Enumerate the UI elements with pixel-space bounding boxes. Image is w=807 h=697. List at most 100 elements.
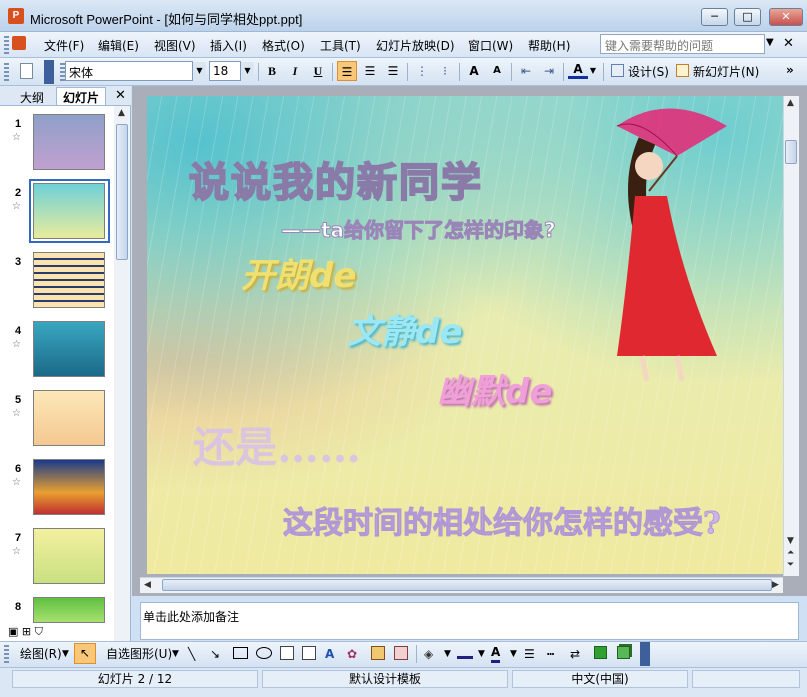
line-color-icon[interactable] — [457, 647, 473, 659]
word-humorous[interactable]: 幽默de — [437, 364, 552, 413]
scroll-right-icon[interactable]: ▶ — [772, 580, 779, 590]
slide-thumbnail-8[interactable] — [33, 597, 105, 623]
next-slide-icon[interactable]: ⏷ — [787, 560, 794, 570]
menu-format[interactable]: 格式(O) — [260, 37, 307, 54]
slide-thumbnail-7[interactable] — [33, 528, 105, 584]
tab-slides[interactable]: 幻灯片 — [56, 87, 107, 105]
tab-outline[interactable]: 大纲 — [14, 88, 50, 106]
toolbar-overflow-icon[interactable]: » — [786, 63, 794, 77]
new-slide-icon[interactable] — [676, 64, 689, 77]
close-document-button[interactable]: ✕ — [783, 36, 794, 51]
wordart-icon[interactable]: A — [325, 645, 334, 663]
menu-tools[interactable]: 工具(T) — [318, 37, 363, 54]
text-color-dropdown-icon[interactable]: ▼ — [510, 645, 517, 663]
oval-icon[interactable] — [256, 647, 272, 659]
design-icon[interactable] — [611, 64, 624, 77]
slideshow-icon[interactable]: ⛉ — [35, 625, 43, 638]
menu-edit[interactable]: 编辑(E) — [96, 37, 141, 54]
clipart-icon[interactable] — [371, 646, 385, 660]
slide-thumbnail-6[interactable] — [33, 459, 105, 515]
toolbar-options-icon[interactable] — [44, 60, 54, 84]
slide-question[interactable]: 这段时间的相处给你怎样的感受? — [283, 498, 722, 542]
menu-file[interactable]: 文件(F) — [42, 37, 86, 54]
increase-font-icon[interactable]: A — [464, 61, 484, 81]
line-style-icon[interactable]: ☰ — [524, 645, 535, 663]
line-color-dropdown-icon[interactable]: ▼ — [478, 645, 485, 663]
slide-sorter-icon[interactable]: ⊞ — [22, 625, 31, 638]
numbering-icon[interactable]: ⋮ — [412, 61, 432, 81]
document-icon[interactable] — [12, 36, 26, 50]
autoshapes-button[interactable]: 自选图形(U) — [106, 645, 172, 663]
pane-scroll-thumb[interactable] — [116, 124, 128, 260]
line-icon[interactable]: ╲ — [188, 645, 195, 663]
italic-button[interactable]: I — [285, 61, 305, 81]
menu-insert[interactable]: 插入(I) — [208, 37, 249, 54]
scroll-down-icon[interactable]: ▼ — [787, 536, 794, 546]
insert-picture-icon[interactable] — [394, 646, 408, 660]
autoshapes-dropdown-icon[interactable]: ▼ — [172, 645, 179, 663]
main-hscroll-thumb[interactable] — [162, 579, 772, 591]
scroll-up-icon[interactable]: ▲ — [118, 108, 125, 118]
font-color-dropdown-icon[interactable]: ▼ — [588, 61, 598, 81]
font-color-icon[interactable]: A — [568, 61, 588, 79]
new-slide-button[interactable]: 新幻灯片(N) — [693, 63, 759, 80]
help-dropdown-icon[interactable]: ▼ — [766, 37, 774, 48]
powerpoint-app-icon[interactable]: P — [8, 8, 24, 24]
main-vertical-scrollbar[interactable] — [783, 96, 799, 576]
girl-with-umbrella-picture[interactable] — [587, 96, 783, 426]
fill-color-icon[interactable]: ◈ — [424, 645, 433, 663]
fill-dropdown-icon[interactable]: ▼ — [444, 645, 451, 663]
new-document-icon[interactable] — [20, 63, 33, 79]
notes-placeholder[interactable]: 单击此处添加备注 — [143, 608, 239, 625]
size-dropdown-icon[interactable]: ▼ — [240, 62, 254, 80]
close-pane-button[interactable]: ✕ — [115, 88, 126, 103]
draw-dropdown-icon[interactable]: ▼ — [62, 645, 69, 663]
word-or[interactable]: 还是…… — [193, 414, 361, 475]
align-center-icon[interactable]: ☰ — [360, 61, 380, 81]
font-size-select[interactable]: 18 — [209, 61, 241, 81]
decrease-font-icon[interactable]: A — [487, 61, 507, 81]
slide-thumbnail-4[interactable] — [33, 321, 105, 377]
drawbar-options-icon[interactable] — [640, 642, 650, 666]
text-color-icon[interactable]: A — [491, 645, 501, 663]
menu-window[interactable]: 窗口(W) — [466, 37, 515, 54]
slide-thumbnail-3[interactable] — [33, 252, 105, 308]
design-button[interactable]: 设计(S) — [628, 63, 669, 80]
scroll-left-icon[interactable]: ◀ — [144, 580, 151, 590]
font-name-select[interactable]: 宋体 — [65, 61, 193, 81]
slide-subtitle[interactable]: ——ta给你留下了怎样的印象? — [281, 214, 557, 243]
word-quiet[interactable]: 文静de — [347, 304, 462, 353]
word-cheerful[interactable]: 开朗de — [241, 248, 356, 297]
bold-button[interactable]: B — [262, 61, 282, 81]
help-search-input[interactable]: 键入需要帮助的问题 — [600, 34, 765, 54]
underline-button[interactable]: U — [308, 61, 328, 81]
arrow-icon[interactable]: ↘ — [210, 645, 220, 663]
scroll-up-icon[interactable]: ▲ — [787, 98, 794, 108]
font-dropdown-icon[interactable]: ▼ — [192, 62, 206, 80]
align-left-icon[interactable]: ☰ — [337, 61, 357, 81]
maximize-button[interactable]: □ — [734, 8, 761, 26]
select-pointer-icon[interactable]: ↖ — [74, 643, 96, 664]
bullets-icon[interactable]: ⁝ — [435, 61, 455, 81]
minimize-button[interactable]: ─ — [701, 8, 728, 26]
toolbar-grip-icon[interactable] — [4, 63, 9, 81]
slide-thumbnail-2[interactable] — [33, 183, 105, 239]
slide-canvas[interactable]: 说说我的新同学 ——ta给你留下了怎样的印象? 开朗de 文静de 幽默de 还… — [147, 96, 783, 574]
vertical-textbox-icon[interactable] — [302, 646, 316, 660]
menu-help[interactable]: 帮助(H) — [526, 37, 572, 54]
shadow-style-icon[interactable] — [594, 646, 607, 659]
draw-menu-button[interactable]: 绘图(R) — [20, 645, 62, 663]
drawbar-grip-icon[interactable] — [4, 645, 9, 663]
increase-indent-icon[interactable]: ⇥ — [539, 61, 559, 81]
status-design-template[interactable]: 默认设计模板 — [262, 670, 508, 688]
diagram-icon[interactable]: ✿ — [347, 645, 357, 663]
arrow-style-icon[interactable]: ⇄ — [570, 645, 580, 663]
normal-view-icon[interactable]: ▣ — [8, 625, 18, 638]
slide-title[interactable]: 说说我的新同学 — [188, 150, 483, 208]
dash-style-icon[interactable]: ┅ — [547, 645, 554, 663]
align-right-icon[interactable]: ☰ — [383, 61, 403, 81]
menu-view[interactable]: 视图(V) — [152, 37, 198, 54]
previous-slide-icon[interactable]: ⏶ — [787, 548, 794, 558]
menu-slideshow[interactable]: 幻灯片放映(D) — [374, 37, 457, 54]
decrease-indent-icon[interactable]: ⇤ — [516, 61, 536, 81]
